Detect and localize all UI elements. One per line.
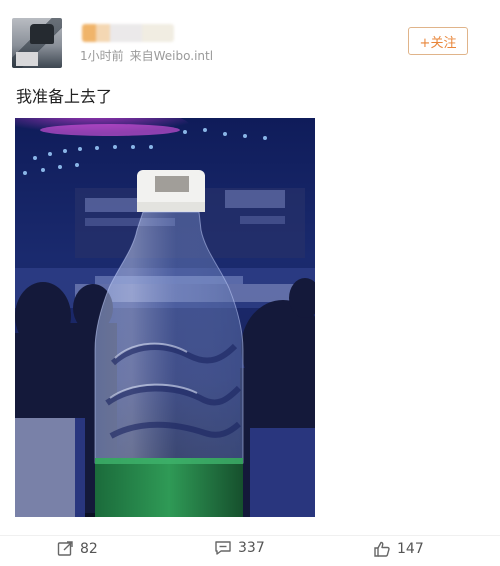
- repost-count: 82: [80, 540, 98, 557]
- comment-icon: [215, 541, 231, 555]
- like-count: 147: [397, 541, 424, 557]
- avatar[interactable]: [12, 18, 62, 68]
- like-button[interactable]: 147: [373, 540, 424, 558]
- weibo-post: 1小时前 来自Weibo.intl +关注 我准备上去了 82 337 147: [0, 0, 500, 565]
- post-meta: 1小时前 来自Weibo.intl: [80, 47, 213, 64]
- post-source[interactable]: 来自Weibo.intl: [130, 49, 213, 63]
- post-text: 我准备上去了: [16, 87, 113, 106]
- bottle-photo-illustration: [15, 118, 315, 517]
- comment-count: 337: [238, 540, 265, 556]
- repost-button[interactable]: 82: [57, 540, 98, 557]
- comment-button[interactable]: 337: [214, 540, 265, 556]
- thumbs-up-icon: [374, 541, 390, 557]
- follow-button[interactable]: +关注: [408, 27, 468, 55]
- share-icon: [57, 541, 73, 556]
- post-time: 1小时前: [80, 49, 124, 63]
- post-photo[interactable]: [15, 118, 315, 517]
- post-actions: 82 337 147: [0, 535, 500, 566]
- username-blurred[interactable]: [82, 24, 174, 42]
